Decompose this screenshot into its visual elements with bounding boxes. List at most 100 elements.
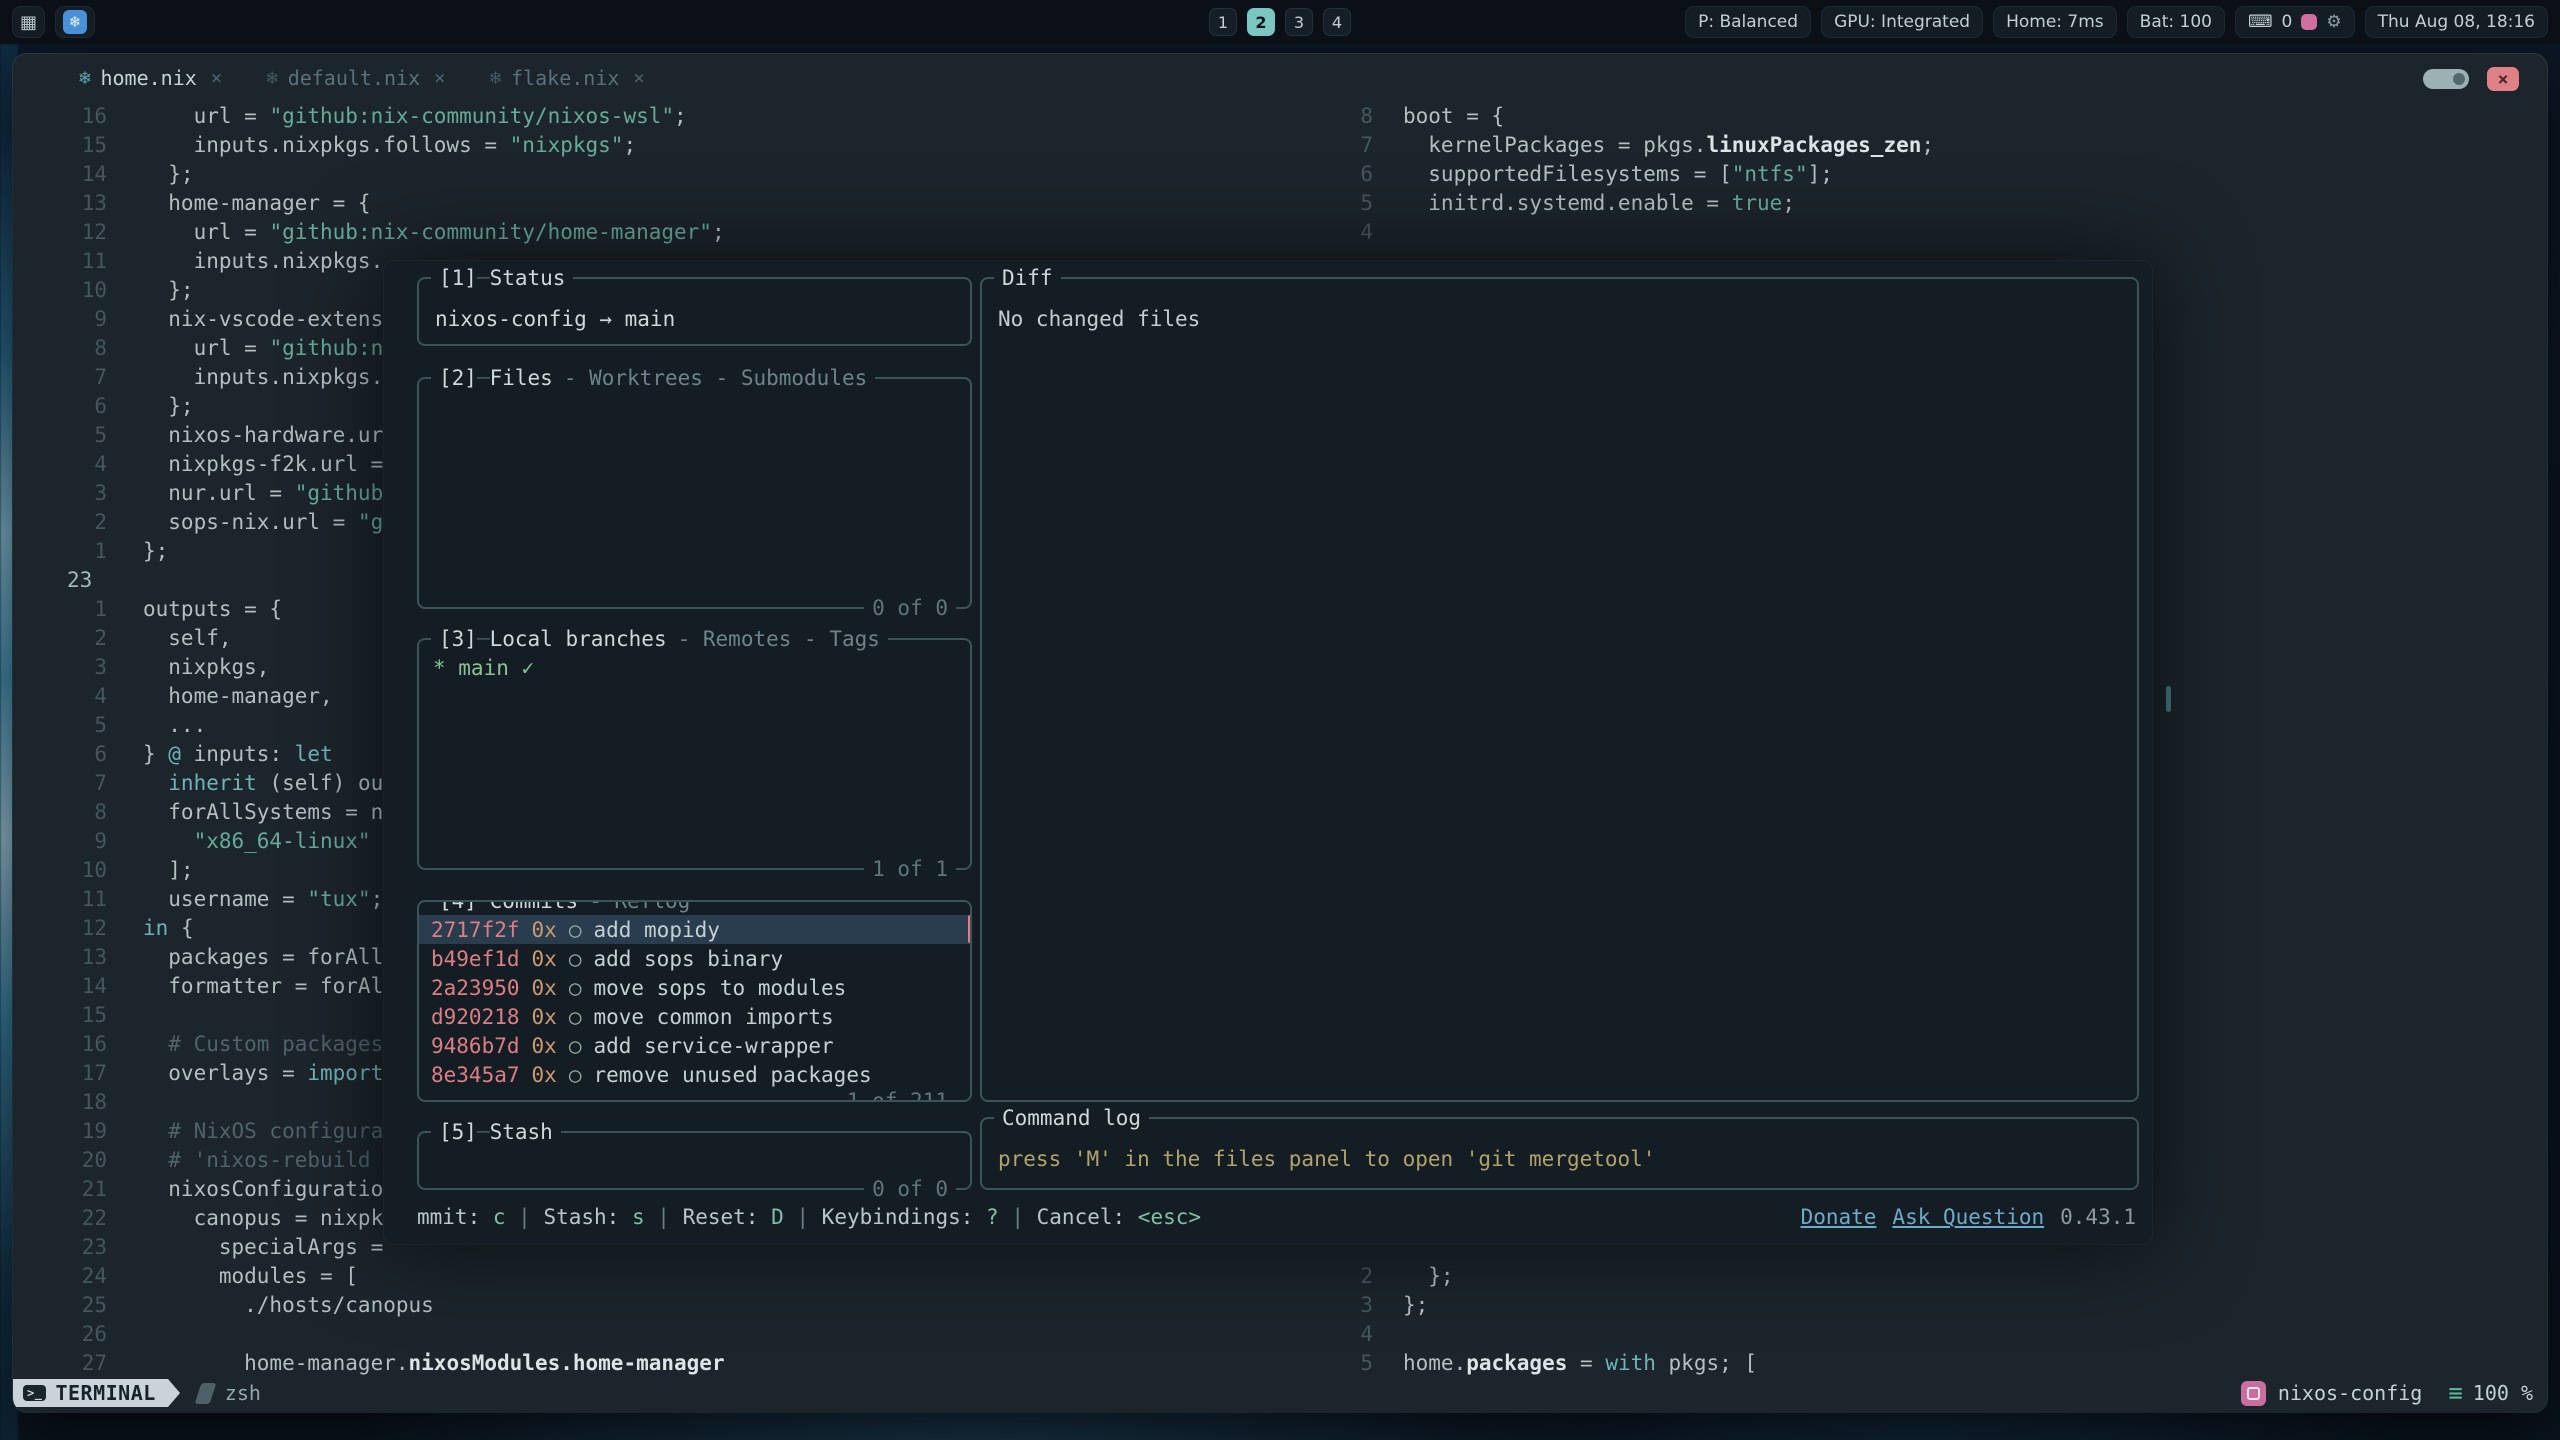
panel-key: [5] <box>439 1118 477 1146</box>
nix-icon: ❄ <box>79 67 90 89</box>
commit-row[interactable]: 8e345a70x○remove unused packages <box>419 1060 970 1089</box>
top-bar: ▦ ❄ 1234 P: Balanced GPU: Integrated Home:… <box>0 0 2560 44</box>
panel-title: Files <box>490 364 553 392</box>
panel-title: Local branches <box>490 625 667 653</box>
workspace-button-3[interactable]: 3 <box>1285 8 1313 36</box>
lazygit-commits-panel[interactable]: [4]Commits- Reflog 2717f2f0x○add mopidyb… <box>417 900 972 1102</box>
branches-count: 1 of 1 <box>864 855 956 883</box>
code-line: 26 <box>13 1320 1323 1349</box>
nix-icon: ❄ <box>266 67 277 89</box>
gear-icon[interactable]: ⚙ <box>2326 12 2341 32</box>
commit-row[interactable]: 2717f2f0x○add mopidy <box>419 915 970 944</box>
commit-list: 2717f2f0x○add mopidyb49ef1d0x○add sops b… <box>419 902 970 1089</box>
ask-question-link[interactable]: Ask Question <box>1892 1205 2044 1229</box>
tab-home.nix[interactable]: ❄home.nix× <box>79 66 222 90</box>
commit-row[interactable]: 9486b7d0x○add service-wrapper <box>419 1031 970 1060</box>
code-line: 12 url = "github:nix-community/home-mana… <box>13 218 1323 247</box>
clock-label: Thu Aug 08, 18:16 <box>2378 12 2535 32</box>
scrollbar-thumb[interactable] <box>2166 686 2171 712</box>
workspace-button-1[interactable]: 1 <box>1209 8 1237 36</box>
tray-app-icon[interactable] <box>2301 14 2317 30</box>
commits-count: 1 of 211 <box>839 1087 956 1102</box>
code-line: 25 ./hosts/canopus <box>13 1291 1323 1320</box>
code-line: 16 url = "github:nix-community/nixos-wsl… <box>13 102 1323 131</box>
code-line: 4 <box>1325 1320 2545 1349</box>
command-log-content: press 'M' in the files panel to open 'gi… <box>982 1119 2137 1174</box>
panel-title: Stash <box>490 1118 553 1146</box>
mode-badge: >_ TERMINAL <box>13 1379 168 1407</box>
lazygit-diff-panel[interactable]: Diff No changed files <box>980 277 2139 1102</box>
code-line: 6 supportedFilesystems = ["ntfs"]; <box>1325 160 2545 189</box>
lazygit-status-panel[interactable]: [1]Status nixos-config → main <box>417 277 972 346</box>
lazygit-command-log-panel[interactable]: Command log press 'M' in the files panel… <box>980 1117 2139 1190</box>
commit-row[interactable]: 2a239500x○move sops to modules <box>419 973 970 1002</box>
tab-close-icon[interactable]: × <box>434 67 445 89</box>
panel-subtitle: - Remotes - Tags <box>678 625 880 653</box>
panel-title: Diff <box>1002 264 1053 292</box>
diff-content: No changed files <box>982 279 2137 334</box>
editor-pane-right[interactable]: 8boot = {7 kernelPackages = pkgs.linuxPa… <box>1325 102 2545 247</box>
tab-flake.nix[interactable]: ❄ flake.nix × <box>490 66 645 90</box>
shell-label: zsh <box>225 1381 261 1405</box>
window-close-button[interactable]: × <box>2487 67 2519 91</box>
window-controls: × <box>2423 67 2519 91</box>
files-count: 0 of 0 <box>864 594 956 622</box>
tab-label: flake.nix <box>511 66 619 90</box>
apps-grid-icon: ▦ <box>20 12 37 33</box>
stash-count: 0 of 0 <box>864 1175 956 1203</box>
code-line: 8boot = { <box>1325 102 2545 131</box>
panel-subtitle: - Worktrees - Submodules <box>564 364 867 392</box>
editor-pane-right-bottom[interactable]: 2 };3};45home.packages = with pkgs; [ <box>1325 1262 2545 1378</box>
tab-default.nix[interactable]: ❄ default.nix × <box>266 66 445 90</box>
lines-icon: ≡ <box>2448 1379 2462 1407</box>
statusline-right: nixos-config ≡ 100 % <box>2241 1379 2533 1407</box>
tab-bar: ❄home.nix×❄default.nix×❄flake.nix× × <box>13 54 2547 102</box>
nixos-logo-icon: ❄ <box>63 10 87 34</box>
system-tray[interactable]: ⌨ 0 ⚙ <box>2235 6 2355 38</box>
terminal-window: ❄home.nix×❄default.nix×❄flake.nix× × 16 … <box>13 54 2547 1412</box>
panel-title: Commits <box>490 900 579 915</box>
nix-icon: ❄ <box>490 67 501 89</box>
panel-title: Status <box>490 264 566 292</box>
terminal-icon: >_ <box>23 1385 46 1401</box>
commit-row[interactable]: d9202180x○move common imports <box>419 1002 970 1031</box>
lazygit-stash-panel[interactable]: [5]Stash 0 of 0 <box>417 1131 972 1190</box>
tab-close-icon[interactable]: × <box>211 67 222 89</box>
code-line: 2 }; <box>1325 1262 2545 1291</box>
code-line: 27 home-manager.nixosModules.home-manage… <box>13 1349 1323 1378</box>
tab-close-icon[interactable]: × <box>633 67 644 89</box>
panel-title: Command log <box>1002 1104 1141 1132</box>
code-line: 13 home-manager = { <box>13 189 1323 218</box>
status-module-battery[interactable]: Bat: 100 <box>2127 6 2225 38</box>
lazygit-keybindings-bar: mmit: c | Stash: s | Reset: D | Keybindi… <box>417 1202 2136 1232</box>
keybinding-hints: mmit: c | Stash: s | Reset: D | Keybindi… <box>417 1205 1201 1229</box>
tabs-container: ❄home.nix×❄default.nix×❄flake.nix× <box>79 66 689 90</box>
shell-indicator[interactable]: zsh <box>198 1381 261 1405</box>
code-line: 4 <box>1325 218 2545 247</box>
workspace-button-2[interactable]: 2 <box>1247 8 1275 36</box>
window-toggle-pill[interactable] <box>2423 69 2469 89</box>
panel-key: [4] <box>439 900 477 915</box>
commits-scrollbar[interactable] <box>968 915 972 943</box>
status-module-home[interactable]: Home: 7ms <box>1993 6 2117 38</box>
status-module-power[interactable]: P: Balanced <box>1685 6 1811 38</box>
app-launcher-button[interactable]: ▦ <box>12 6 45 38</box>
git-repo-icon <box>2241 1381 2266 1406</box>
commit-row[interactable]: b49ef1d0x○add sops binary <box>419 944 970 973</box>
workspace-button-4[interactable]: 4 <box>1323 8 1351 36</box>
mode-label: TERMINAL <box>55 1381 155 1405</box>
statusline: >_ TERMINAL zsh nixos-config ≡ 100 % <box>13 1379 2533 1407</box>
lazygit-files-panel[interactable]: [2]Files- Worktrees - Submodules 0 of 0 <box>417 377 972 609</box>
workspace-switcher: 1234 <box>1209 8 1351 36</box>
status-module-gpu[interactable]: GPU: Integrated <box>1821 6 1983 38</box>
code-line: 15 inputs.nixpkgs.follows = "nixpkgs"; <box>13 131 1323 160</box>
clock[interactable]: Thu Aug 08, 18:16 <box>2365 6 2548 38</box>
tab-label: default.nix <box>288 66 420 90</box>
donate-link[interactable]: Donate <box>1801 1205 1877 1229</box>
panel-key: [3] <box>439 625 477 653</box>
lazygit-branches-panel[interactable]: [3]Local branches- Remotes - Tags * main… <box>417 638 972 870</box>
tray-count: 0 <box>2282 12 2293 32</box>
nixos-logo-button[interactable]: ❄ <box>55 6 95 38</box>
shell-icon <box>194 1383 216 1404</box>
lazygit-popup: [1]Status nixos-config → main [2]Files- … <box>384 261 2152 1244</box>
